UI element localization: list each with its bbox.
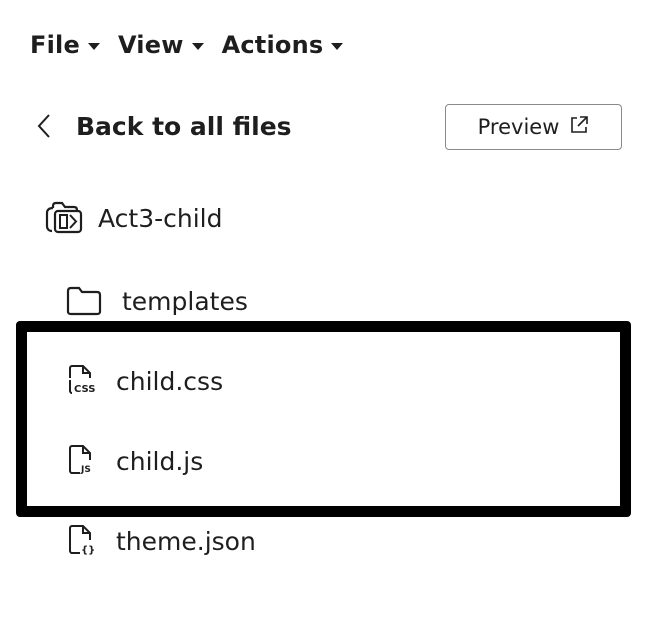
svg-text:{}: {} bbox=[81, 545, 95, 556]
tree-item-templates[interactable]: templates bbox=[66, 281, 248, 321]
caret-down-icon bbox=[87, 42, 100, 50]
preview-label: Preview bbox=[477, 115, 560, 139]
tree-item-label: child.css bbox=[116, 366, 224, 396]
highlight-box bbox=[16, 321, 631, 517]
menu-view[interactable]: View bbox=[118, 28, 204, 62]
menu-view-label: View bbox=[117, 31, 184, 59]
menu-actions-label: Actions bbox=[221, 31, 324, 59]
menubar: File View Actions bbox=[30, 28, 344, 62]
tree-item-label: child.js bbox=[116, 446, 204, 476]
menu-actions[interactable]: Actions bbox=[222, 28, 344, 62]
theme-folder-icon bbox=[44, 200, 84, 236]
chevron-left-icon bbox=[30, 112, 58, 140]
caret-down-icon bbox=[191, 42, 204, 50]
tree-item-child-js[interactable]: JS child.js bbox=[66, 441, 203, 481]
menu-file-label: File bbox=[30, 31, 80, 59]
folder-icon bbox=[66, 286, 102, 316]
svg-text:JS: JS bbox=[80, 465, 91, 475]
caret-down-icon bbox=[331, 42, 344, 50]
tree-item-theme-json[interactable]: {} theme.json bbox=[66, 521, 256, 561]
css-file-icon: CSS bbox=[66, 364, 98, 398]
back-label: Back to all files bbox=[76, 111, 292, 141]
preview-button[interactable]: Preview bbox=[445, 104, 622, 150]
external-link-icon bbox=[569, 115, 589, 140]
svg-text:CSS: CSS bbox=[74, 384, 95, 395]
tree-root-act3-child[interactable]: Act3-child bbox=[44, 198, 223, 238]
tree-root-label: Act3-child bbox=[98, 203, 223, 233]
menu-file[interactable]: File bbox=[30, 28, 100, 62]
tree-item-label: templates bbox=[122, 286, 248, 316]
json-file-icon: {} bbox=[66, 524, 98, 558]
tree-item-child-css[interactable]: CSS child.css bbox=[66, 361, 223, 401]
back-to-all-files-link[interactable]: Back to all files bbox=[30, 106, 292, 146]
tree-item-label: theme.json bbox=[116, 526, 256, 556]
js-file-icon: JS bbox=[66, 444, 98, 478]
